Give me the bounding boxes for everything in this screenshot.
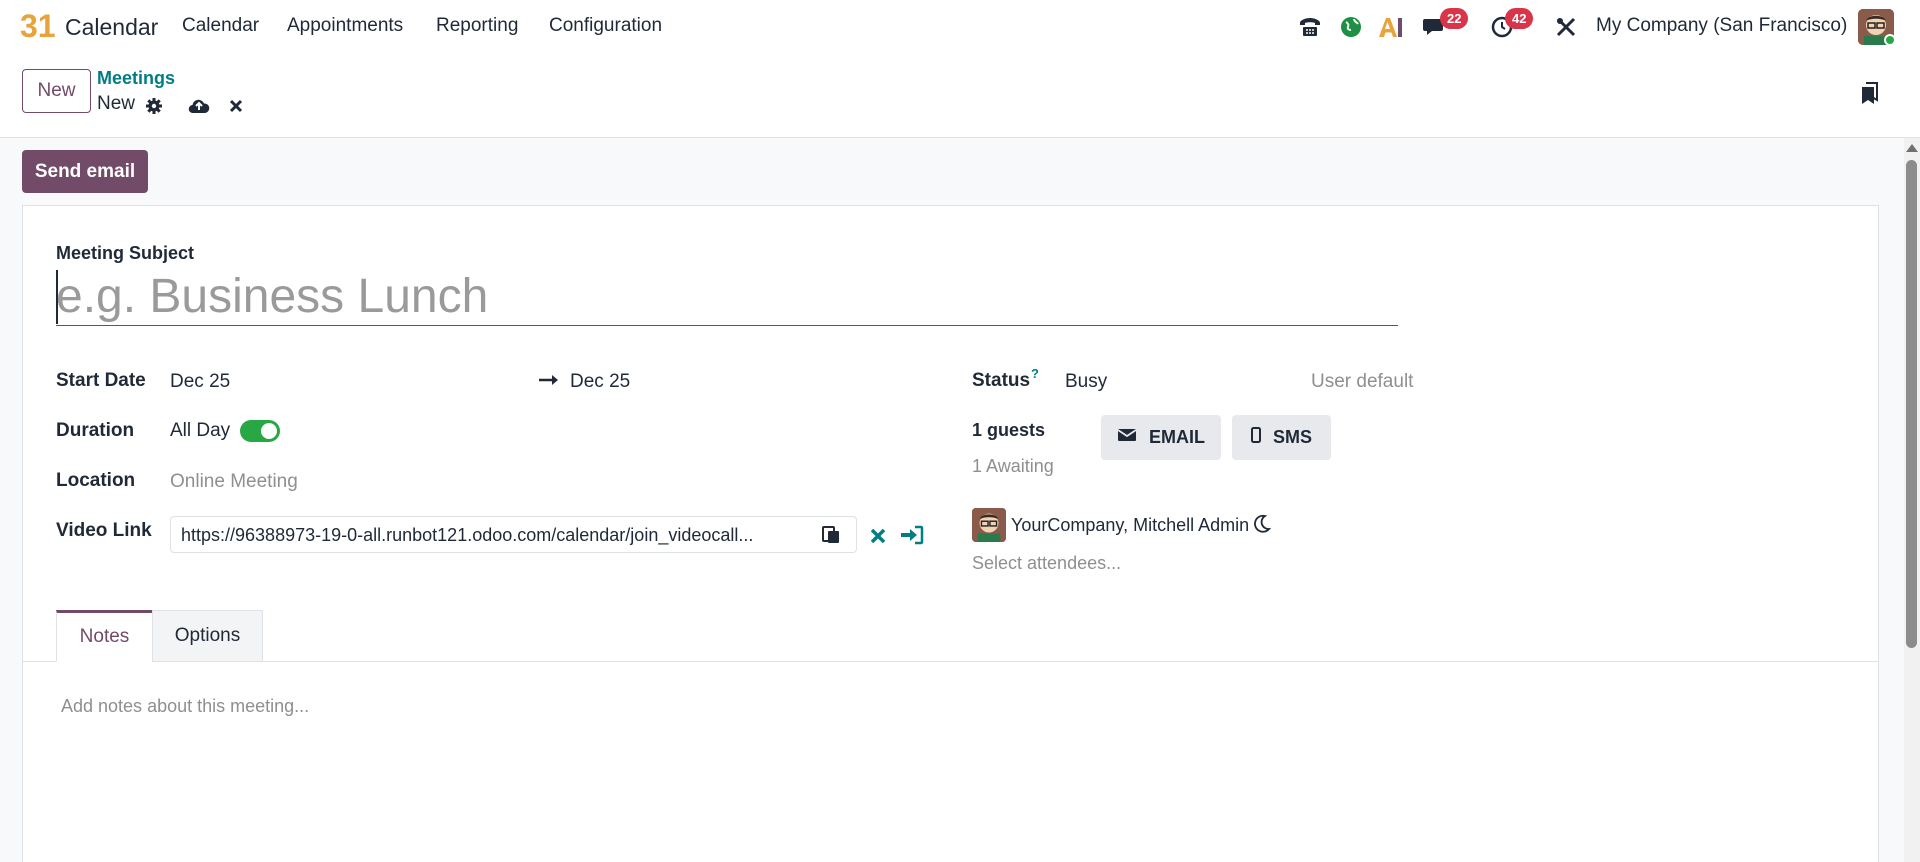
calendar-app-icon[interactable]: 31 [20, 8, 56, 44]
envelope-icon [1117, 427, 1137, 448]
location-field[interactable]: Online Meeting [170, 471, 298, 493]
guests-count: 1 guests [972, 420, 1046, 440]
video-link-text[interactable]: https://96388973-19-0-all.runbot121.odoo… [181, 525, 801, 546]
scrollbar-thumb[interactable] [1906, 160, 1917, 648]
location-label: Location [56, 470, 136, 491]
start-date-label: Start Date [56, 370, 146, 391]
tab-notes[interactable]: Notes [56, 610, 153, 662]
menu-configuration[interactable]: Configuration [549, 15, 662, 37]
menu-reporting[interactable]: Reporting [436, 15, 518, 37]
notes-editor[interactable]: Add notes about this meeting... [61, 696, 309, 717]
breadcrumb[interactable]: Meetings [97, 68, 175, 89]
attendee-avatar [972, 508, 1006, 542]
scroll-up-icon[interactable] [1906, 144, 1918, 152]
status-field[interactable]: Busy [1065, 371, 1107, 393]
gear-icon[interactable] [142, 94, 166, 118]
sms-guests-button[interactable]: SMS [1232, 415, 1331, 460]
discard-icon[interactable] [224, 94, 248, 118]
all-day-label: All Day [170, 420, 231, 441]
subject-input[interactable] [56, 268, 1398, 326]
app-name[interactable]: Calendar [65, 14, 158, 41]
text-caret [56, 270, 58, 324]
send-email-button[interactable]: Send email [22, 150, 148, 193]
end-date-field[interactable]: Dec 25 [570, 371, 630, 393]
svg-text:31: 31 [20, 10, 56, 42]
globe-icon[interactable] [1337, 13, 1365, 41]
control-panel: New Meetings New [0, 53, 1920, 138]
clear-link-icon[interactable] [869, 527, 887, 550]
bookmark-icon[interactable] [1858, 81, 1882, 105]
top-navbar: 31 Calendar Calendar Appointments Report… [0, 0, 1920, 53]
attendees-input[interactable]: Select attendees... [972, 553, 1121, 574]
activities-badge: 42 [1505, 8, 1534, 29]
email-guests-button[interactable]: EMAIL [1101, 415, 1221, 460]
company-switcher[interactable]: My Company (San Francisco) [1596, 15, 1847, 37]
arrow-right-icon [538, 372, 560, 393]
subject-label: Meeting Subject [56, 243, 195, 263]
status-label: Status [972, 370, 1031, 391]
attendee-name[interactable]: YourCompany, Mitchell Admin [1011, 515, 1249, 536]
menu-appointments[interactable]: Appointments [287, 15, 403, 37]
tab-options[interactable]: Options [152, 610, 263, 662]
duration-label: Duration [56, 420, 135, 441]
save-cloud-icon[interactable] [187, 94, 211, 118]
menu-calendar[interactable]: Calendar [182, 15, 259, 37]
start-date-field[interactable]: Dec 25 [170, 371, 230, 393]
email-button-label: EMAIL [1149, 427, 1205, 447]
mobile-icon [1250, 427, 1261, 448]
all-day-toggle[interactable] [240, 420, 280, 442]
online-status-dot [1884, 34, 1896, 46]
status-help-icon[interactable]: ? [1031, 366, 1039, 381]
video-link-label: Video Link [56, 520, 152, 541]
moon-icon [1253, 514, 1272, 539]
messages-badge: 22 [1440, 8, 1469, 29]
sms-button-label: SMS [1272, 427, 1312, 447]
awaiting-count: 1 Awaiting [972, 456, 1054, 476]
copy-icon[interactable] [821, 524, 841, 549]
new-button[interactable]: New [22, 69, 91, 113]
tabs-divider [22, 661, 1879, 662]
privacy-field[interactable]: User default [1311, 371, 1413, 393]
ai-icon[interactable] [1377, 13, 1405, 41]
phone-icon[interactable] [1296, 13, 1324, 41]
tools-icon[interactable] [1552, 13, 1580, 41]
record-name: New [97, 93, 136, 114]
join-meeting-icon[interactable] [900, 525, 924, 550]
